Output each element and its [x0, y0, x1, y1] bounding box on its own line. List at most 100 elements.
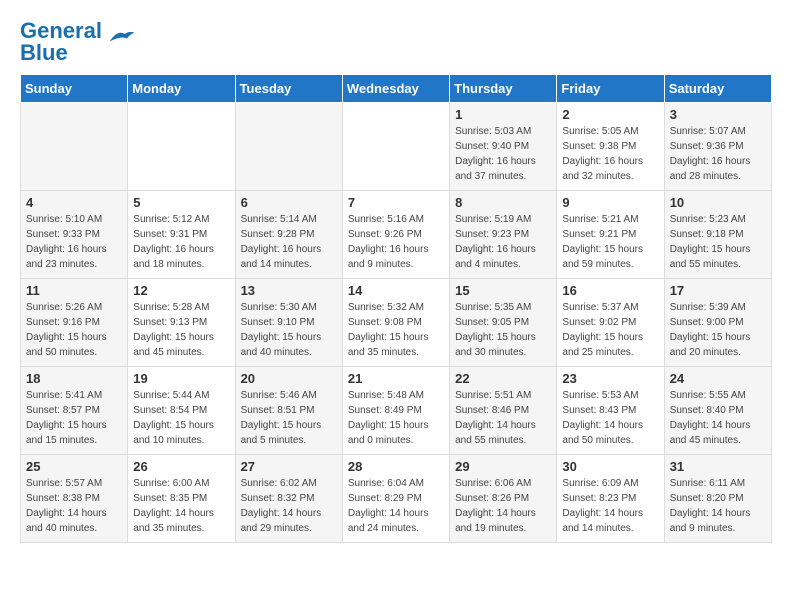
day-info: Sunrise: 6:00 AM Sunset: 8:35 PM Dayligh…	[133, 476, 229, 536]
day-number: 26	[133, 459, 229, 474]
table-row	[342, 103, 449, 191]
day-info: Sunrise: 5:16 AM Sunset: 9:26 PM Dayligh…	[348, 212, 444, 272]
table-row: 5Sunrise: 5:12 AM Sunset: 9:31 PM Daylig…	[128, 191, 235, 279]
table-row: 4Sunrise: 5:10 AM Sunset: 9:33 PM Daylig…	[21, 191, 128, 279]
weekday-header-monday: Monday	[128, 75, 235, 103]
day-number: 25	[26, 459, 122, 474]
day-info: Sunrise: 5:41 AM Sunset: 8:57 PM Dayligh…	[26, 388, 122, 448]
day-number: 23	[562, 371, 658, 386]
table-row: 31 Sunrise: 6:11 AM Sunset: 8:20 PM Dayli…	[664, 455, 771, 543]
table-row: 26 Sunrise: 6:00 AM Sunset: 8:35 PM Dayli…	[128, 455, 235, 543]
day-number: 24	[670, 371, 766, 386]
day-info: Sunrise: 5:28 AM Sunset: 9:13 PM Dayligh…	[133, 300, 229, 360]
table-row: 27 Sunrise: 6:02 AM Sunset: 8:32 PM Dayli…	[235, 455, 342, 543]
day-number: 17	[670, 283, 766, 298]
logo-text: GeneralBlue	[20, 20, 102, 64]
table-row: 28 Sunrise: 6:04 AM Sunset: 8:29 PM Dayli…	[342, 455, 449, 543]
table-row: 30 Sunrise: 6:09 AM Sunset: 8:23 PM Dayli…	[557, 455, 664, 543]
week-row-1: 1Sunrise: 5:03 AM Sunset: 9:40 PM Daylig…	[21, 103, 772, 191]
week-row-5: 25 Sunrise: 5:57 AM Sunset: 8:38 PM Dayli…	[21, 455, 772, 543]
day-info: Sunrise: 5:39 AM Sunset: 9:00 PM Dayligh…	[670, 300, 766, 360]
day-info: Sunrise: 5:44 AM Sunset: 8:54 PM Dayligh…	[133, 388, 229, 448]
page-header: GeneralBlue	[20, 20, 772, 64]
day-info: Sunrise: 5:14 AM Sunset: 9:28 PM Dayligh…	[241, 212, 337, 272]
day-info: Sunrise: 5:48 AM Sunset: 8:49 PM Dayligh…	[348, 388, 444, 448]
table-row	[128, 103, 235, 191]
table-row: 10 Sunrise: 5:23 AM Sunset: 9:18 PM Dayli…	[664, 191, 771, 279]
day-info: Sunrise: 6:04 AM Sunset: 8:29 PM Dayligh…	[348, 476, 444, 536]
day-info: Sunrise: 5:46 AM Sunset: 8:51 PM Dayligh…	[241, 388, 337, 448]
table-row: 3 Sunrise: 5:07 AM Sunset: 9:36 PM Daylig…	[664, 103, 771, 191]
day-info: Sunrise: 6:09 AM Sunset: 8:23 PM Dayligh…	[562, 476, 658, 536]
table-row: 1Sunrise: 5:03 AM Sunset: 9:40 PM Daylig…	[450, 103, 557, 191]
day-info: Sunrise: 6:06 AM Sunset: 8:26 PM Dayligh…	[455, 476, 551, 536]
weekday-header-saturday: Saturday	[664, 75, 771, 103]
day-number: 31	[670, 459, 766, 474]
day-info: Sunrise: 5:32 AM Sunset: 9:08 PM Dayligh…	[348, 300, 444, 360]
day-info: Sunrise: 5:35 AM Sunset: 9:05 PM Dayligh…	[455, 300, 551, 360]
table-row: 13 Sunrise: 5:30 AM Sunset: 9:10 PM Dayli…	[235, 279, 342, 367]
week-row-3: 11 Sunrise: 5:26 AM Sunset: 9:16 PM Dayli…	[21, 279, 772, 367]
day-info: Sunrise: 5:19 AM Sunset: 9:23 PM Dayligh…	[455, 212, 551, 272]
day-number: 22	[455, 371, 551, 386]
day-info: Sunrise: 5:53 AM Sunset: 8:43 PM Dayligh…	[562, 388, 658, 448]
weekday-header-thursday: Thursday	[450, 75, 557, 103]
table-row: 9Sunrise: 5:21 AM Sunset: 9:21 PM Daylig…	[557, 191, 664, 279]
day-info: Sunrise: 5:21 AM Sunset: 9:21 PM Dayligh…	[562, 212, 658, 272]
day-info: Sunrise: 5:05 AM Sunset: 9:38 PM Dayligh…	[562, 124, 658, 184]
day-number: 14	[348, 283, 444, 298]
day-info: Sunrise: 5:37 AM Sunset: 9:02 PM Dayligh…	[562, 300, 658, 360]
day-info: Sunrise: 5:55 AM Sunset: 8:40 PM Dayligh…	[670, 388, 766, 448]
day-number: 10	[670, 195, 766, 210]
table-row	[21, 103, 128, 191]
day-info: Sunrise: 6:02 AM Sunset: 8:32 PM Dayligh…	[241, 476, 337, 536]
weekday-header-sunday: Sunday	[21, 75, 128, 103]
weekday-header-tuesday: Tuesday	[235, 75, 342, 103]
day-number: 5	[133, 195, 229, 210]
day-info: Sunrise: 5:57 AM Sunset: 8:38 PM Dayligh…	[26, 476, 122, 536]
day-number: 28	[348, 459, 444, 474]
table-row: 19 Sunrise: 5:44 AM Sunset: 8:54 PM Dayli…	[128, 367, 235, 455]
weekday-header-wednesday: Wednesday	[342, 75, 449, 103]
table-row: 29 Sunrise: 6:06 AM Sunset: 8:26 PM Dayli…	[450, 455, 557, 543]
day-number: 1	[455, 107, 551, 122]
day-number: 8	[455, 195, 551, 210]
table-row: 2 Sunrise: 5:05 AM Sunset: 9:38 PM Daylig…	[557, 103, 664, 191]
day-number: 21	[348, 371, 444, 386]
day-info: Sunrise: 5:23 AM Sunset: 9:18 PM Dayligh…	[670, 212, 766, 272]
logo: GeneralBlue	[20, 20, 136, 64]
day-info: Sunrise: 5:51 AM Sunset: 8:46 PM Dayligh…	[455, 388, 551, 448]
table-row: 16 Sunrise: 5:37 AM Sunset: 9:02 PM Dayli…	[557, 279, 664, 367]
day-number: 27	[241, 459, 337, 474]
table-row: 11 Sunrise: 5:26 AM Sunset: 9:16 PM Dayli…	[21, 279, 128, 367]
table-row: 17 Sunrise: 5:39 AM Sunset: 9:00 PM Dayli…	[664, 279, 771, 367]
day-number: 29	[455, 459, 551, 474]
day-number: 2	[562, 107, 658, 122]
table-row: 12 Sunrise: 5:28 AM Sunset: 9:13 PM Dayli…	[128, 279, 235, 367]
day-number: 12	[133, 283, 229, 298]
table-row: 21 Sunrise: 5:48 AM Sunset: 8:49 PM Dayli…	[342, 367, 449, 455]
day-number: 3	[670, 107, 766, 122]
table-row: 18 Sunrise: 5:41 AM Sunset: 8:57 PM Dayli…	[21, 367, 128, 455]
week-row-2: 4Sunrise: 5:10 AM Sunset: 9:33 PM Daylig…	[21, 191, 772, 279]
day-number: 6	[241, 195, 337, 210]
day-number: 13	[241, 283, 337, 298]
weekday-header-row: SundayMondayTuesdayWednesdayThursdayFrid…	[21, 75, 772, 103]
table-row: 22 Sunrise: 5:51 AM Sunset: 8:46 PM Dayli…	[450, 367, 557, 455]
day-number: 18	[26, 371, 122, 386]
day-number: 4	[26, 195, 122, 210]
table-row: 24 Sunrise: 5:55 AM Sunset: 8:40 PM Dayli…	[664, 367, 771, 455]
day-number: 30	[562, 459, 658, 474]
table-row	[235, 103, 342, 191]
table-row: 6 Sunrise: 5:14 AM Sunset: 9:28 PM Daylig…	[235, 191, 342, 279]
day-info: Sunrise: 6:11 AM Sunset: 8:20 PM Dayligh…	[670, 476, 766, 536]
day-number: 15	[455, 283, 551, 298]
weekday-header-friday: Friday	[557, 75, 664, 103]
day-info: Sunrise: 5:30 AM Sunset: 9:10 PM Dayligh…	[241, 300, 337, 360]
day-number: 11	[26, 283, 122, 298]
table-row: 14 Sunrise: 5:32 AM Sunset: 9:08 PM Dayli…	[342, 279, 449, 367]
day-info: Sunrise: 5:26 AM Sunset: 9:16 PM Dayligh…	[26, 300, 122, 360]
day-info: Sunrise: 5:07 AM Sunset: 9:36 PM Dayligh…	[670, 124, 766, 184]
day-number: 16	[562, 283, 658, 298]
day-number: 19	[133, 371, 229, 386]
